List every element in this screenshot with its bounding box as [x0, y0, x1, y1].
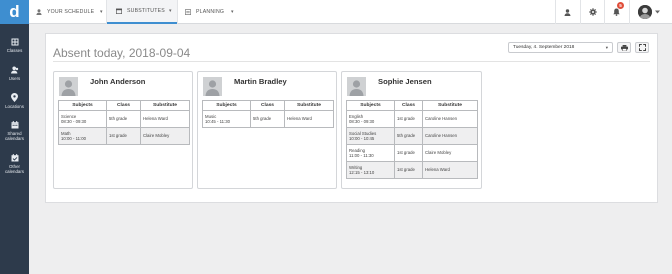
- users-icon: [10, 66, 18, 74]
- calendar-check-icon: [11, 154, 18, 162]
- divider: [177, 0, 178, 24]
- classes-icon: [11, 38, 18, 46]
- person-avatar-icon: [59, 77, 78, 96]
- printer-icon: [620, 44, 628, 51]
- chevron-down-icon[interactable]: ▾: [100, 9, 103, 15]
- sidebar-item-label: Other calendars: [4, 164, 25, 174]
- sidebar: d Classes Users Locations Shared calenda…: [0, 0, 29, 274]
- sidebar-item-shared-calendars[interactable]: Shared calendars: [0, 121, 29, 141]
- class-cell: 5th grade: [394, 127, 423, 145]
- planning-icon: [185, 9, 191, 15]
- sidebar-item-locations[interactable]: Locations: [0, 93, 29, 109]
- class-cell: 5th grade: [250, 110, 285, 128]
- user-icon: [564, 8, 571, 16]
- absence-card: Sophie Jensen Subjects Class Substitute …: [341, 71, 482, 189]
- app-logo[interactable]: d: [0, 0, 29, 24]
- table-row: Science 08:30 - 09:30 5th grade Helena Wa…: [58, 110, 190, 128]
- chevron-down-icon[interactable]: ▾: [231, 9, 234, 15]
- subject-cell: Science 08:30 - 09:30: [58, 110, 107, 128]
- sidebar-item-classes[interactable]: Classes: [0, 38, 29, 53]
- person-avatar-icon: [203, 77, 222, 96]
- absence-card: Martin Bradley Subjects Class Substitute…: [197, 71, 337, 189]
- column-header: Subjects: [346, 100, 395, 111]
- sidebar-item-label: Users: [8, 76, 21, 81]
- substitutes-table: Subjects Class Substitute English 08:30 -…: [346, 100, 478, 179]
- person-name: Martin Bradley: [234, 77, 287, 86]
- subject-cell: English 08:30 - 09:30: [346, 110, 395, 128]
- date-value: Tuesday, 4. September 2018: [513, 45, 575, 50]
- calendar-icon: [11, 121, 18, 129]
- table-row: Reading 11:00 - 11:30 1st grade Claire Mo…: [346, 144, 478, 162]
- logo-letter: d: [9, 1, 20, 21]
- sidebar-item-label: Shared calendars: [4, 131, 25, 141]
- substitute-cell: Caroline Hansen: [422, 127, 478, 145]
- fullscreen-button[interactable]: [635, 42, 649, 53]
- substitutes-table: Subjects Class Substitute Music 10:45 - 1…: [202, 100, 334, 128]
- class-cell: 1st grade: [394, 144, 423, 162]
- substitute-cell: Caroline Hansen: [422, 110, 478, 128]
- subject-cell: Social Studies 10:00 - 10:45: [346, 127, 395, 145]
- class-cell: 1st grade: [394, 110, 423, 128]
- tab-planning[interactable]: PLANNING ▾: [185, 0, 240, 24]
- chevron-down-icon: ▾: [605, 45, 608, 50]
- table-row: Social Studies 10:00 - 10:45 5th grade Ca…: [346, 127, 478, 145]
- user-menu-button[interactable]: [556, 0, 579, 24]
- sidebar-item-label: Classes: [6, 48, 23, 53]
- subject-cell: Math 10:00 - 11:00: [58, 127, 107, 145]
- column-header: Substitute: [140, 100, 190, 111]
- substitute-cell: Helena Ward: [140, 110, 190, 128]
- column-header: Class: [106, 100, 141, 111]
- tab-label: SUBSTITUTES: [127, 8, 165, 14]
- column-header: Class: [394, 100, 423, 111]
- class-cell: 1st grade: [106, 127, 141, 145]
- tab-your-schedule[interactable]: YOUR SCHEDULE ▾: [36, 0, 106, 24]
- subject-cell: Writing 12:15 - 13:10: [346, 161, 395, 179]
- class-cell: 5th grade: [106, 110, 141, 128]
- person-name: Sophie Jensen: [378, 77, 432, 86]
- column-header: Subjects: [58, 100, 107, 111]
- column-header: Subjects: [202, 100, 251, 111]
- person-name: John Anderson: [90, 77, 146, 86]
- table-row: Writing 12:15 - 13:10 1st grade Helena Wa…: [346, 161, 478, 179]
- absence-card: John Anderson Subjects Class Substitute …: [53, 71, 193, 189]
- column-header: Substitute: [422, 100, 478, 111]
- column-header: Substitute: [284, 100, 334, 111]
- tab-label: YOUR SCHEDULE: [47, 9, 95, 15]
- divider: [629, 0, 630, 24]
- substitute-cell: Claire Mobley: [422, 144, 478, 162]
- bell-icon: [613, 8, 620, 16]
- expand-icon: [638, 44, 646, 51]
- subject-cell: Reading 11:00 - 11:30: [346, 144, 395, 162]
- substitute-cell: Helena Ward: [284, 110, 334, 128]
- chevron-down-icon[interactable]: [655, 10, 660, 14]
- page-title: Absent today, 2018-09-04: [53, 46, 191, 60]
- substitute-cell: Helena Ward: [422, 161, 478, 179]
- subject-cell: Music 10:45 - 11:30: [202, 110, 251, 128]
- date-select[interactable]: Tuesday, 4. September 2018 ▾: [508, 42, 613, 53]
- calendar-icon: [116, 8, 122, 14]
- person-avatar-icon: [347, 77, 366, 96]
- avatar[interactable]: [638, 5, 652, 19]
- location-pin-icon: [11, 93, 18, 102]
- divider: [53, 61, 650, 62]
- tab-substitutes[interactable]: SUBSTITUTES ▾: [107, 0, 177, 24]
- gear-icon: [588, 8, 597, 16]
- table-row: English 08:30 - 09:30 1st grade Caroline …: [346, 110, 478, 128]
- sidebar-item-label: Locations: [5, 104, 24, 109]
- sidebar-item-other-calendars[interactable]: Other calendars: [0, 154, 29, 174]
- substitute-cell: Claire Mobley: [140, 127, 190, 145]
- person-icon: [36, 9, 42, 15]
- substitutes-table: Subjects Class Substitute Science 08:30 -…: [58, 100, 190, 145]
- class-cell: 1st grade: [394, 161, 423, 179]
- sidebar-item-users[interactable]: Users: [0, 66, 29, 81]
- table-row: Music 10:45 - 11:30 5th grade Helena Ward: [202, 110, 334, 128]
- tab-label: PLANNING: [196, 9, 225, 15]
- notification-badge: 5: [617, 2, 624, 9]
- column-header: Class: [250, 100, 285, 111]
- print-button[interactable]: [617, 42, 631, 53]
- settings-button[interactable]: [581, 0, 604, 24]
- table-row: Math 10:00 - 11:00 1st grade Claire Moble…: [58, 127, 190, 145]
- chevron-down-icon[interactable]: ▾: [169, 8, 172, 14]
